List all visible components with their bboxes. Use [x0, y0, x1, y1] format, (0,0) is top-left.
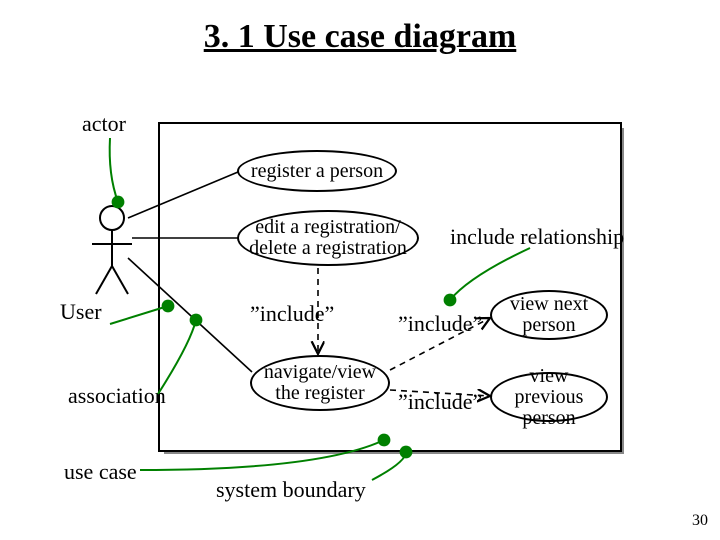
assoc-actor-navigate — [128, 258, 252, 372]
anno-user — [110, 306, 168, 324]
include-navigate-to-viewnext — [390, 318, 490, 370]
anno-usecase — [140, 440, 384, 470]
anno-association — [158, 320, 196, 394]
anno-actor — [110, 138, 118, 202]
actor-icon — [92, 206, 132, 294]
include-navigate-to-viewprev — [390, 390, 490, 396]
diagram-lines — [0, 0, 720, 540]
assoc-actor-register — [128, 172, 238, 218]
anno-include-relationship — [450, 248, 530, 300]
anno-system-boundary — [372, 452, 406, 480]
